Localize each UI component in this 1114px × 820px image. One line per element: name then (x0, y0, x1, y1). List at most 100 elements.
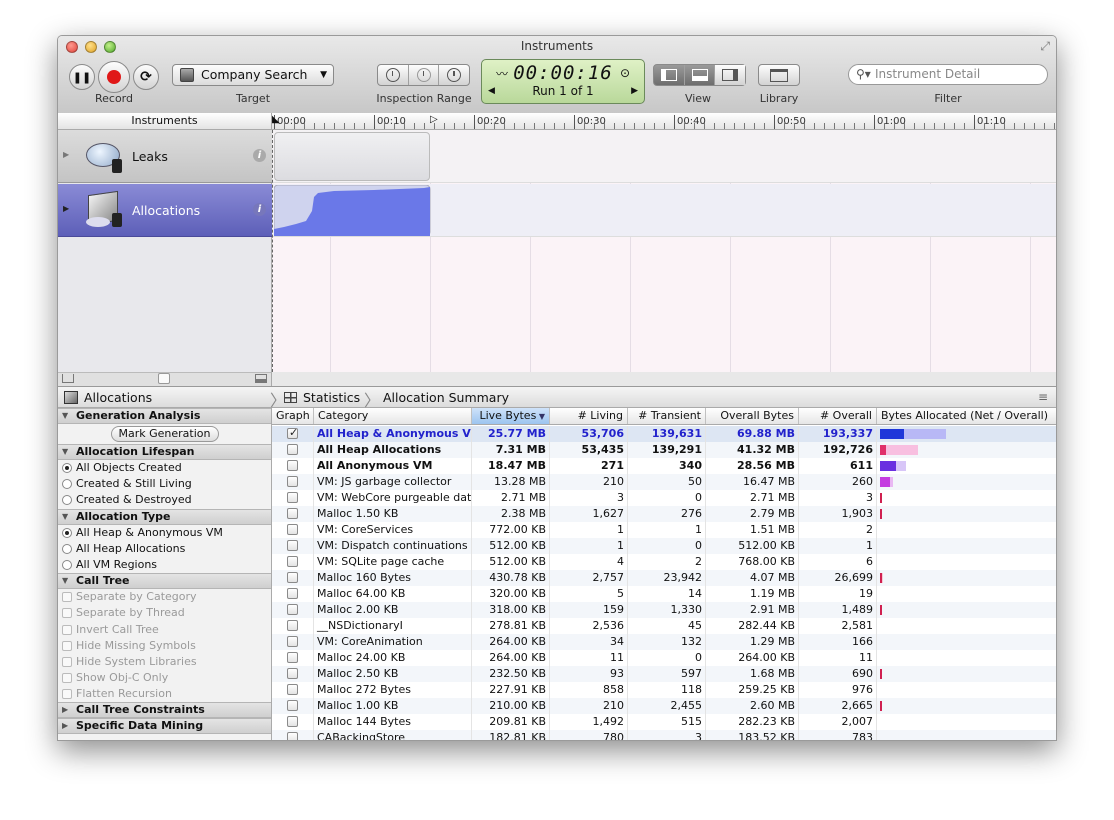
graph-cell[interactable] (272, 698, 314, 714)
graph-checkbox[interactable] (287, 716, 298, 727)
radio-all-heap-allocations[interactable]: All Heap Allocations (58, 541, 271, 557)
section-specific-data-mining[interactable]: Specific Data Mining (58, 718, 271, 735)
graph-cell[interactable] (272, 682, 314, 698)
menu-lines-icon[interactable]: ≡ (1038, 390, 1048, 404)
breadcrumb-instrument[interactable]: Allocations (84, 390, 152, 405)
view-bottom-button[interactable] (685, 65, 716, 85)
inspection-clear-button[interactable] (409, 65, 440, 85)
table-row[interactable]: Malloc 144 Bytes 209.81 KB 1,492 515 282.23 … (272, 714, 1056, 730)
graph-cell[interactable] (272, 442, 314, 458)
graph-cell[interactable] (272, 474, 314, 490)
table-row[interactable]: Malloc 1.00 KB 210.00 KB 210 2,455 2.60 MB 2,… (272, 698, 1056, 714)
graph-checkbox[interactable] (287, 444, 298, 455)
graph-cell[interactable] (272, 602, 314, 618)
graph-cell[interactable] (272, 730, 314, 740)
table-row[interactable]: CABackingStore 182.81 KB 780 3 183.52 KB 783 (272, 730, 1056, 740)
view-left-button[interactable] (654, 65, 685, 85)
checkbox-hide-system-libraries[interactable]: Hide System Libraries (58, 654, 271, 670)
table-row[interactable]: Malloc 2.00 KB 318.00 KB 159 1,330 2.91 MB 1,… (272, 602, 1056, 618)
radio-all-heap-anonymous-vm[interactable]: All Heap & Anonymous VM (58, 525, 271, 541)
slider-icon[interactable] (158, 373, 170, 384)
graph-cell[interactable] (272, 650, 314, 666)
table-row[interactable]: Malloc 1.50 KB 2.38 MB 1,627 276 2.79 MB 1,90… (272, 506, 1056, 522)
graph-cell[interactable] (272, 618, 314, 634)
instrument-row-leaks[interactable]: ▶ Leaks i (58, 130, 272, 183)
graph-checkbox[interactable] (287, 556, 298, 567)
column-header-live-bytes[interactable]: Live Bytes ▼ (472, 408, 550, 424)
fullscreen-icon[interactable]: ⤢ (1040, 39, 1050, 54)
table-row[interactable]: Malloc 24.00 KB 264.00 KB 11 0 264.00 KB 11 (272, 650, 1056, 666)
graph-checkbox[interactable] (287, 572, 298, 583)
breadcrumb-detail[interactable]: Allocation Summary (383, 390, 509, 405)
graph-cell[interactable] (272, 714, 314, 730)
column-header-overall-bytes[interactable]: Overall Bytes (706, 408, 799, 424)
graph-checkbox[interactable] (287, 588, 298, 599)
breadcrumb-view[interactable]: Statistics (303, 390, 360, 405)
graph-checkbox[interactable] (287, 508, 298, 519)
section-call-tree[interactable]: Call Tree (58, 573, 271, 590)
table-row[interactable]: Malloc 2.50 KB 232.50 KB 93 597 1.68 MB 690 (272, 666, 1056, 682)
graph-checkbox[interactable] (287, 652, 298, 663)
section-generation-analysis[interactable]: Generation Analysis (58, 408, 271, 424)
graph-cell[interactable] (272, 522, 314, 538)
graph-checkbox[interactable] (287, 620, 298, 631)
library-button[interactable] (758, 64, 800, 86)
timeline-area[interactable] (272, 130, 1056, 372)
graph-cell[interactable] (272, 538, 314, 554)
column-header-transient[interactable]: # Transient (628, 408, 706, 424)
record-button[interactable] (98, 61, 130, 93)
pause-button[interactable]: ❚❚ (69, 64, 95, 90)
table-row[interactable]: All Anonymous VM 18.47 MB 271 340 28.56 MB 61… (272, 458, 1056, 474)
table-row[interactable]: VM: SQLite page cache 512.00 KB 4 2 768.00 K… (272, 554, 1056, 570)
column-header-living[interactable]: # Living (550, 408, 628, 424)
graph-cell[interactable] (272, 634, 314, 650)
table-row[interactable]: VM: CoreAnimation 264.00 KB 34 132 1.29 MB 16… (272, 634, 1056, 650)
graph-checkbox[interactable] (287, 426, 298, 441)
table-row[interactable]: VM: WebCore purgeable data 2.71 MB 3 0 2.71 … (272, 490, 1056, 506)
graph-cell[interactable] (272, 570, 314, 586)
graph-checkbox[interactable] (287, 476, 298, 487)
graph-checkbox[interactable] (287, 668, 298, 679)
panel-icon[interactable] (255, 374, 267, 383)
section-allocation-lifespan[interactable]: Allocation Lifespan (58, 444, 271, 460)
table-row[interactable]: All Heap & Anonymous VM25.77 MB53,706139… (272, 426, 1056, 442)
graph-cell[interactable] (272, 666, 314, 682)
graph-cell[interactable] (272, 458, 314, 474)
graph-cell[interactable] (272, 586, 314, 602)
column-header-category[interactable]: Category (314, 408, 472, 424)
section-call-tree-constraints[interactable]: Call Tree Constraints (58, 702, 271, 719)
graph-checkbox[interactable] (287, 732, 298, 740)
target-select[interactable]: Company Search ▼ (172, 64, 334, 86)
radio-created-destroyed[interactable]: Created & Destroyed (58, 492, 271, 508)
graph-cell[interactable] (272, 506, 314, 522)
previous-run-button[interactable]: ◀ (488, 86, 495, 96)
info-icon[interactable]: i (253, 203, 266, 216)
column-header-overall[interactable]: # Overall (799, 408, 877, 424)
disclosure-icon[interactable]: ▶ (63, 204, 69, 213)
graph-icon[interactable] (62, 374, 74, 383)
table-row[interactable]: VM: CoreServices 772.00 KB 1 1 1.51 MB 2 (272, 522, 1056, 538)
disclosure-icon[interactable]: ▶ (63, 150, 69, 159)
time-ruler[interactable]: Instruments 00:00 00:10 00:20 00:30 00:40 00:… (58, 113, 1056, 130)
playhead-icon[interactable]: ▷ (430, 114, 438, 125)
section-allocation-type[interactable]: Allocation Type (58, 508, 271, 525)
radio-created-still-living[interactable]: Created & Still Living (58, 476, 271, 492)
graph-checkbox[interactable] (287, 636, 298, 647)
table-row[interactable]: Malloc 64.00 KB 320.00 KB 5 14 1.19 MB 19 (272, 586, 1056, 602)
restart-button[interactable]: ⟳ (133, 64, 159, 90)
filter-search-field[interactable]: ⚲▾ Instrument Detail (848, 64, 1048, 85)
timer-icon[interactable]: ⊙ (620, 66, 630, 80)
graph-checkbox[interactable] (287, 524, 298, 535)
playhead-start-icon[interactable]: ◣ (272, 114, 280, 125)
graph-cell[interactable] (272, 554, 314, 570)
table-row[interactable]: VM: JS garbage collector 13.28 MB 210 50 16.… (272, 474, 1056, 490)
graph-cell[interactable] (272, 490, 314, 506)
graph-cell[interactable] (272, 426, 314, 442)
inspection-end-button[interactable] (439, 65, 469, 85)
next-run-button[interactable]: ▶ (631, 86, 638, 96)
checkbox-separate-by-category[interactable]: Separate by Category (58, 589, 271, 605)
table-row[interactable]: Malloc 272 Bytes 227.91 KB 858 118 259.25 KB… (272, 682, 1056, 698)
checkbox-invert-call-tree[interactable]: Invert Call Tree (58, 622, 271, 638)
graph-checkbox[interactable] (287, 460, 298, 471)
table-row[interactable]: All Heap Allocations 7.31 MB 53,435 139,291… (272, 442, 1056, 458)
